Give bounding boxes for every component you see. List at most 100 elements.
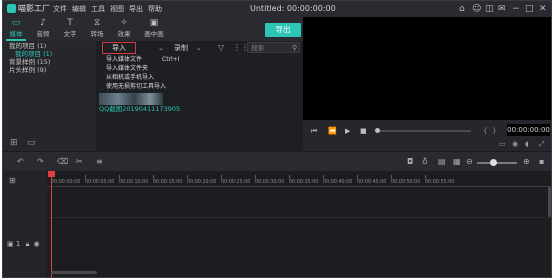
preview-progress-track[interactable] <box>376 130 471 132</box>
step-back-icon[interactable]: ⏪ <box>328 126 337 136</box>
snapshot-icon[interactable]: ◉ <box>512 139 518 149</box>
preview-progress-knob[interactable] <box>375 128 380 133</box>
record-chevron-down-icon[interactable]: ⌄ <box>196 42 202 54</box>
mark-out-icon[interactable]: } <box>492 126 496 136</box>
stop-icon[interactable]: ■ <box>360 126 367 136</box>
menu-file[interactable]: 文件 <box>53 3 67 15</box>
undo-icon[interactable]: ↶ <box>17 156 24 167</box>
menu-edit[interactable]: 编辑 <box>72 3 86 15</box>
eye-icon[interactable]: ◉ <box>34 240 40 248</box>
minimize-icon[interactable]: − <box>512 3 520 15</box>
adjust-icon[interactable]: ≡ <box>96 156 103 167</box>
zoom-out-icon[interactable]: ⊖ <box>466 156 473 167</box>
cut-icon[interactable]: ✂ <box>76 156 83 167</box>
preview-timecode: 00:00:00:00 <box>507 124 550 136</box>
ruler-tick-mark <box>323 175 324 179</box>
menu-item-import-lossless-tool[interactable]: 使用无损剪切工具导入 <box>106 83 166 91</box>
tab-transition-label: 转场 <box>90 30 104 38</box>
import-dropdown-menu: 导入媒体文件 Ctrl+I 导入媒体文件夹 从相机或手机导入 使用无损剪切工具导… <box>102 55 194 95</box>
menu-item-shortcut: Ctrl+I <box>162 56 180 63</box>
cart-icon[interactable]: ◫ <box>485 3 494 15</box>
menu-view[interactable]: 视图 <box>110 3 124 15</box>
split-screen-icon[interactable]: ▦ <box>453 156 461 167</box>
ruler-tick-mark <box>391 175 392 179</box>
preview-controls: ⏮ ⏪ ▶ ■ { } 00:00:00:00 ▭ ◉ ◖ ⤢ <box>303 120 551 151</box>
library-panel: 我的项目 (1) 我的项目 (1) 背景样例 (15) 片头样例 (9) ⊞ ▭ <box>3 41 96 151</box>
horizontal-scrollbar[interactable] <box>51 271 97 274</box>
menu-item-import-media-folder[interactable]: 导入媒体文件夹 <box>106 65 148 73</box>
search-input[interactable]: 搜索 ⚲ <box>247 42 300 53</box>
tab-effects[interactable]: ✧ 效果 <box>111 17 137 41</box>
mark-in-icon[interactable]: { <box>483 126 487 136</box>
window-title: Untitled: 00:00:00:00 <box>250 4 336 13</box>
playhead-line[interactable] <box>51 173 52 277</box>
tab-effects-label: 效果 <box>117 30 131 38</box>
vertical-scrollbar[interactable] <box>548 187 551 217</box>
ruler-tick-mark <box>187 175 188 179</box>
effects-icon: ✧ <box>120 18 128 28</box>
tab-transition[interactable]: ⧖ 转场 <box>84 17 110 41</box>
ruler-tick-label: 00:00:25:00 <box>221 180 251 185</box>
library-item-intro-samples[interactable]: 片头样例 (9) <box>9 66 46 75</box>
skip-back-icon[interactable]: ⏮ <box>311 126 317 136</box>
filter-icon[interactable]: ▽ <box>218 42 224 54</box>
close-icon[interactable]: ✕ <box>539 3 547 15</box>
search-icon[interactable]: ⚲ <box>292 43 297 53</box>
ruler-tick-label: 00:00:40:00 <box>323 180 353 185</box>
tab-pip[interactable]: ▣ 画中画 <box>139 17 169 41</box>
ruler-tick-mark <box>85 175 86 179</box>
delete-icon[interactable]: ⌫ <box>57 156 68 167</box>
folder-icon[interactable]: ▭ <box>27 138 36 148</box>
app-logo-icon <box>7 4 16 13</box>
microphone-icon[interactable]: ♁ <box>422 156 428 167</box>
lock-icon[interactable]: 🔒︎ <box>26 240 30 248</box>
ruler-tick-label: 00:00:00:00 <box>51 180 81 185</box>
play-icon[interactable]: ▶ <box>345 126 350 136</box>
zoom-slider-track[interactable] <box>477 162 517 164</box>
tab-pip-label: 画中画 <box>144 30 164 38</box>
export-button[interactable]: 导出 <box>265 23 301 37</box>
tab-text[interactable]: T 文字 <box>57 17 83 41</box>
pip-icon: ▣ <box>149 18 159 28</box>
fullscreen-icon[interactable]: ⤢ <box>539 139 545 149</box>
ruler-tick-label: 00:00:10:00 <box>119 180 149 185</box>
import-chevron-down-icon[interactable]: ⌄ <box>158 42 164 54</box>
tab-media-label: 媒体 <box>9 30 23 38</box>
zoom-in-icon[interactable]: ⊕ <box>523 156 530 167</box>
tab-text-label: 文字 <box>63 30 77 38</box>
audio-mixer-icon[interactable]: ▤ <box>438 156 446 167</box>
track-divider <box>47 217 551 218</box>
tab-audio[interactable]: ♪ 音频 <box>30 17 56 41</box>
render-icon[interactable]: ◘ <box>407 156 413 167</box>
mail-icon[interactable]: ✉ <box>498 3 506 15</box>
menu-export[interactable]: 导出 <box>129 3 143 15</box>
import-button[interactable]: 导入 <box>102 42 136 54</box>
add-track-icon[interactable]: ⊞ <box>9 176 16 186</box>
media-clip-thumbnail[interactable] <box>99 93 163 105</box>
tab-media[interactable]: ▭ 媒体 <box>3 17 29 41</box>
timeline-ruler[interactable]: 00:00:00:00 00:00:05:00 00:00:10:00 00:00:1… <box>47 175 551 187</box>
zoom-slider-knob[interactable] <box>490 159 497 166</box>
volume-icon[interactable]: ◖ <box>525 139 529 149</box>
new-folder-icon[interactable]: ⊞ <box>10 138 18 148</box>
home-icon[interactable]: ⌂ <box>459 3 465 15</box>
menu-item-import-media-files[interactable]: 导入媒体文件 <box>106 56 142 64</box>
screen-icon[interactable]: ▭ <box>499 139 506 149</box>
preview-screen <box>303 17 551 120</box>
menu-help[interactable]: 帮助 <box>148 3 162 15</box>
maximize-icon[interactable]: □ <box>525 3 534 15</box>
video-track-header: ▣ 1 🔒︎ ◉ <box>7 239 40 249</box>
account-icon[interactable]: ☺ <box>472 3 481 15</box>
menu-tools[interactable]: 工具 <box>91 3 105 15</box>
folder-icon: ▭ <box>11 18 21 28</box>
record-button[interactable]: 录制 <box>174 42 188 54</box>
menu-item-import-from-camera[interactable]: 从相机或手机导入 <box>106 74 154 82</box>
module-toolbar: ▭ 媒体 ♪ 音频 T 文字 ⧖ 转场 ✧ 效果 ▣ 画中画 <box>3 17 303 41</box>
media-clip-caption: QQ截图20190411173905 <box>99 105 181 113</box>
timeline-settings-icon[interactable]: ▪ <box>539 156 544 167</box>
ruler-tick-label: 00:00:45:00 <box>357 180 387 185</box>
app-logo-text: 喵影工厂 <box>18 4 50 13</box>
redo-icon[interactable]: ↷ <box>37 156 44 167</box>
music-icon: ♪ <box>40 18 46 28</box>
tab-audio-label: 音频 <box>36 30 50 38</box>
